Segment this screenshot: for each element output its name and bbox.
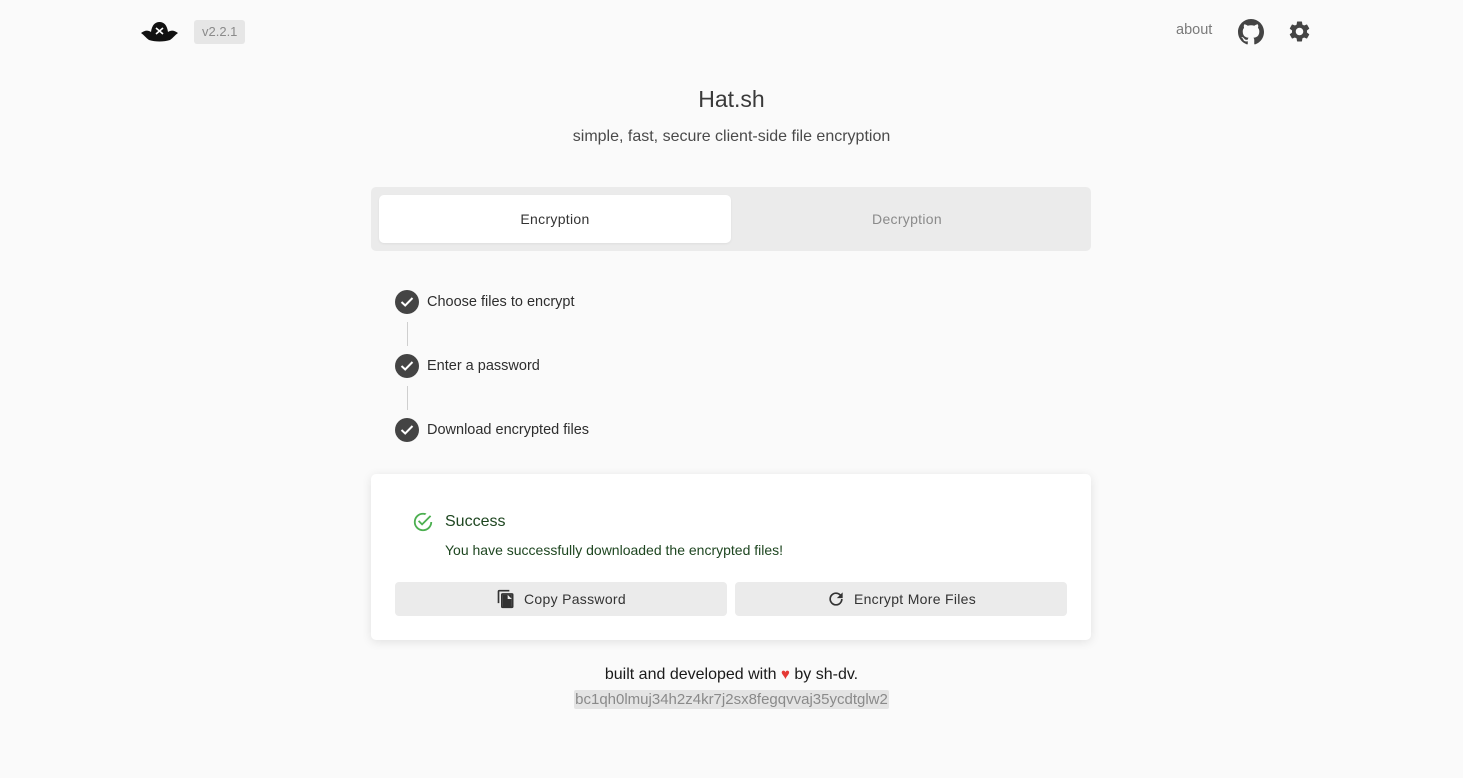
step-check-icon: [395, 354, 419, 378]
pirate-hat-icon[interactable]: [139, 19, 180, 44]
success-check-icon: [413, 512, 433, 532]
version-badge: v2.2.1: [194, 20, 246, 44]
btc-address[interactable]: bc1qh0lmuj34h2z4kr7j2sx8fegqvvaj35ycdtgl…: [574, 690, 889, 709]
step-check-icon: [395, 418, 419, 442]
step-label: Enter a password: [427, 358, 540, 374]
step-label: Download encrypted files: [427, 422, 590, 438]
footer-text-after: by sh-dv.: [794, 666, 859, 683]
tab-encryption[interactable]: Encryption: [379, 195, 731, 243]
footer-donation: bc1qh0lmuj34h2z4kr7j2sx8fegqvvaj35ycdtgl…: [0, 690, 1463, 709]
step-check-icon: [395, 290, 419, 314]
top-navbar: v2.2.1 about: [0, 0, 1463, 64]
footer-credit: built and developed with ♥ by sh-dv.: [0, 666, 1463, 684]
about-link[interactable]: about: [1176, 22, 1212, 38]
footer-text-before: built and developed with: [604, 666, 777, 683]
encrypt-more-files-button[interactable]: Encrypt More Files: [735, 582, 1067, 616]
github-icon[interactable]: [1238, 19, 1264, 45]
mode-tabs: Encryption Decryption: [371, 187, 1091, 251]
refresh-icon: [829, 592, 843, 606]
step-connector: [407, 386, 408, 410]
copy-icon: [497, 589, 514, 609]
encrypt-more-label: Encrypt More Files: [853, 591, 977, 607]
copy-password-button[interactable]: Copy Password: [395, 582, 727, 616]
success-title: Success: [445, 513, 506, 530]
gear-icon[interactable]: [1287, 19, 1312, 44]
success-card: Success You have successfully downloaded…: [371, 474, 1091, 640]
page-subtitle: simple, fast, secure client-side file en…: [572, 128, 891, 145]
page-title: Hat.sh: [698, 86, 765, 112]
success-message: You have successfully downloaded the enc…: [445, 542, 784, 558]
heart-icon: ♥: [781, 666, 790, 683]
step-label: Choose files to encrypt: [427, 294, 575, 310]
tab-decryption[interactable]: Decryption: [731, 195, 1083, 243]
step-connector: [407, 322, 408, 346]
copy-password-label: Copy Password: [524, 591, 626, 607]
